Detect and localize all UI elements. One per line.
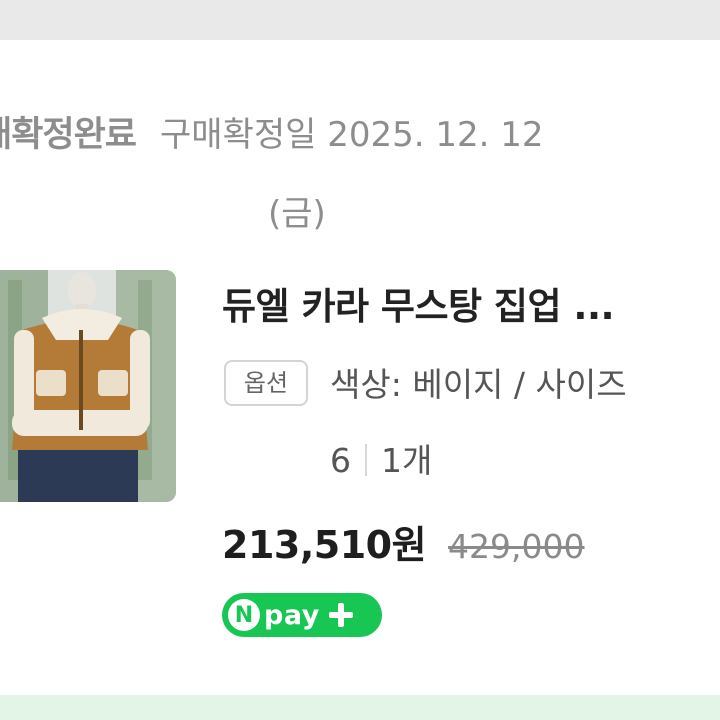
quantity: 1개 [381,441,433,480]
option-text: 색상: 베이지 / 사이즈 [330,365,627,404]
plus-icon [328,602,354,628]
option-badge: 옵션 [224,360,308,406]
option-size-quantity-row: 6 1개 [330,434,432,482]
price-row: 213,510원 429,000 [222,514,585,569]
product-name[interactable]: 듀엘 카라 무스탕 집업 ... [222,276,615,330]
npay-label: pay [264,599,320,631]
bottom-action-bar [0,695,720,720]
npay-logo-icon: N [228,599,260,631]
vest-photo-image [0,270,176,502]
sale-price: 213,510원 [222,523,427,567]
option-size-continued: 6 [330,441,351,480]
original-price: 429,000 [448,527,585,566]
npay-plus-badge[interactable]: N pay [222,593,382,637]
product-thumbnail[interactable] [0,270,176,502]
purchase-date: 구매확정일 2025. 12. 12 [160,115,544,155]
purchase-weekday: (금) [268,194,326,234]
order-status-row: 매확정완료 구매확정일 2025. 12. 12 [0,106,544,157]
option-separator [365,444,367,476]
order-card: 매확정완료 구매확정일 2025. 12. 12 (금) 듀엘 카라 무스탕 집업… [0,40,720,695]
order-status: 매확정완료 [0,115,137,155]
